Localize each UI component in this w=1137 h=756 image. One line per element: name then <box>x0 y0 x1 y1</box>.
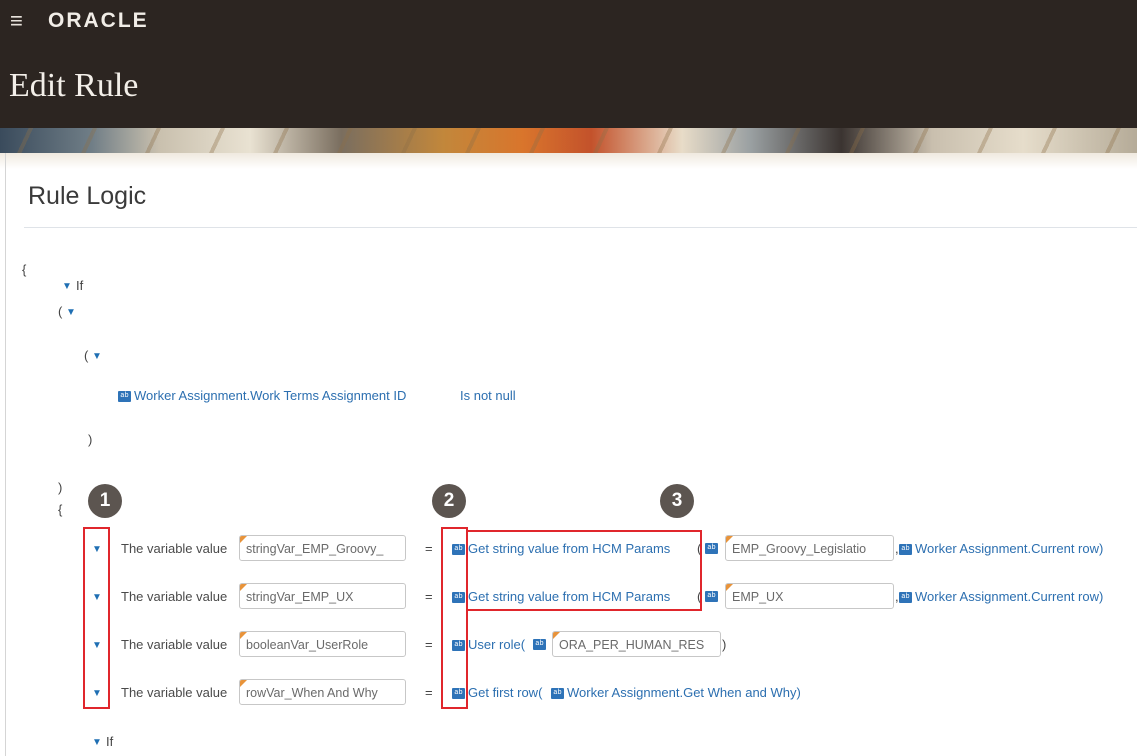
condition-operator[interactable]: Is not null <box>460 388 516 404</box>
row-3-param-field[interactable]: ORA_PER_HUMAN_RES <box>552 631 721 657</box>
open-paren-inner: ( <box>84 348 89 363</box>
app-header: ≡ ORACLE Edit Rule <box>0 0 1137 128</box>
row-1-variable-field[interactable]: stringVar_EMP_Groovy_ <box>239 535 406 561</box>
context-badge-icon: ab <box>551 688 564 700</box>
highlight-box-3 <box>466 530 702 611</box>
close-paren: ) <box>58 480 63 495</box>
context-badge-icon: ab <box>899 592 912 604</box>
callout-marker-3: 3 <box>660 484 694 518</box>
context-badge-icon: ab <box>899 544 912 556</box>
row-1-param-field[interactable]: EMP_Groovy_Legislatio <box>725 535 894 561</box>
row-2-label: The variable value <box>121 589 228 604</box>
if-keyword: If <box>76 278 84 293</box>
row-2-equals: = <box>425 589 433 604</box>
row-3-variable-field[interactable]: booleanVar_UserRole <box>239 631 406 657</box>
expand-condition-icon[interactable]: ▼ <box>92 351 102 363</box>
highlight-box-1 <box>83 527 110 709</box>
open-brace: { <box>22 262 27 277</box>
section-title: Rule Logic <box>28 182 147 210</box>
callout-marker-1: 1 <box>88 484 122 518</box>
row-1-label: The variable value <box>121 541 228 556</box>
row-2-context[interactable]: ab Worker Assignment.Current row) <box>899 589 1103 605</box>
expand-if-icon[interactable]: ▼ <box>62 281 72 293</box>
row-3-close-paren: ) <box>722 637 727 652</box>
open-paren: ( <box>58 304 63 319</box>
then-brace: { <box>58 502 63 517</box>
row-1-equals: = <box>425 541 433 556</box>
row-1-param-badge-icon: ab <box>705 543 718 554</box>
section-divider <box>24 227 1137 228</box>
page-title: Edit Rule <box>9 67 139 104</box>
row-2-param-badge-icon: ab <box>705 591 718 602</box>
row-4-equals: = <box>425 685 433 700</box>
callout-marker-2: 2 <box>432 484 466 518</box>
hamburger-menu-icon[interactable]: ≡ <box>10 10 23 32</box>
expand-if-2-icon[interactable]: ▼ <box>92 737 102 749</box>
row-3-equals: = <box>425 637 433 652</box>
row-4-label: The variable value <box>121 685 228 700</box>
content-frame <box>5 153 1137 756</box>
row-3-label: The variable value <box>121 637 228 652</box>
condition-field[interactable]: ab Worker Assignment.Work Terms Assignmen… <box>118 388 406 404</box>
close-paren-inner: ) <box>88 432 93 447</box>
row-2-variable-field[interactable]: stringVar_EMP_UX <box>239 583 406 609</box>
row-2-param-field[interactable]: EMP_UX <box>725 583 894 609</box>
oracle-logo: ORACLE <box>48 9 149 32</box>
expand-group-icon[interactable]: ▼ <box>66 307 76 319</box>
variable-badge-icon: ab <box>118 391 131 403</box>
row-4-variable-field[interactable]: rowVar_When And Why <box>239 679 406 705</box>
row-4-context[interactable]: ab Worker Assignment.Get When and Why) <box>551 685 801 701</box>
highlight-box-2 <box>441 527 468 709</box>
row-3-param-badge-icon: ab <box>533 639 546 650</box>
decorative-pattern-band <box>0 128 1137 153</box>
row-1-context[interactable]: ab Worker Assignment.Current row) <box>899 541 1103 557</box>
if-keyword-2: If <box>106 734 114 749</box>
